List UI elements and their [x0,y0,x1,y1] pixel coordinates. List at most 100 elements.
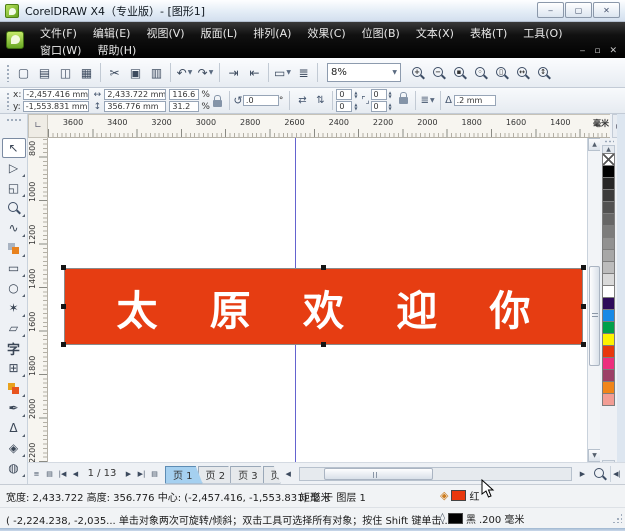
drawing-canvas[interactable]: 太 原 欢 迎 你 [48,138,587,462]
polygon-tool[interactable]: ✶ [2,298,26,318]
freehand-tool[interactable]: ∿ [2,218,26,238]
selection-handle[interactable] [581,265,586,270]
selection-handle[interactable] [61,265,66,270]
corner-radius-tl-field[interactable]: 0 [336,89,352,100]
copy-button[interactable]: ▣ [125,62,146,84]
spinner-icon[interactable]: ▲▼ [389,103,392,111]
mirror-horizontal-button[interactable]: ⇄ [293,91,311,111]
wrap-text-button[interactable]: ≣▼ [419,91,437,111]
object-width-field[interactable]: 2,433.722 mm [104,89,166,100]
welcome-screen-button[interactable]: ≣ [293,62,314,84]
menu-layout[interactable]: 版面(L) [193,25,246,41]
shape-tool[interactable]: ▷ [2,158,26,178]
lock-ratio-icon[interactable] [213,100,222,107]
pick-tool[interactable]: ↖ [2,138,26,158]
horizontal-ruler[interactable]: 毫米 3600340032003000280026002400220020001… [48,114,610,138]
spinner-icon[interactable]: ▲▼ [389,91,392,99]
menu-edit[interactable]: 编辑(E) [85,25,139,41]
outline-width-combo[interactable]: .2 mm [454,95,496,106]
menu-text[interactable]: 文本(X) [408,25,462,41]
zoom-width-button[interactable]: ↔ [512,62,533,84]
outline-color-swatch[interactable] [448,513,463,524]
rectangle-tool[interactable]: ▭ [2,258,26,278]
ellipse-tool[interactable]: ○ [2,278,26,298]
page-tab-3[interactable]: 页 3 [230,466,268,484]
print-button[interactable]: ▦ [76,62,97,84]
interactive-blend-tool[interactable] [2,378,26,398]
zoom-tool[interactable] [2,198,26,218]
vertical-scrollbar[interactable]: ▲ ▼ [587,138,600,462]
selection-handle[interactable] [61,304,66,309]
corner-radius-bl-field[interactable]: 0 [336,101,352,112]
selection-handle[interactable] [61,342,66,347]
interactive-fill-tool[interactable]: ◍ [2,458,26,478]
horizontal-scroll-thumb[interactable] [324,468,433,480]
page-tab-2[interactable]: 页 2 [198,466,236,484]
zoom-page-button[interactable]: ▯ [491,62,512,84]
smart-fill-tool[interactable] [2,238,26,258]
new-document-button[interactable]: ▢ [13,62,34,84]
page-tab-4[interactable]: 页 [263,466,281,484]
menu-window[interactable]: 窗口(W) [32,42,89,58]
export-button[interactable]: ⇤ [244,62,265,84]
maximize-button[interactable]: ▢ [565,2,592,18]
y-position-field[interactable]: -1,553.831 mm [23,101,89,112]
import-button[interactable]: ⇥ [223,62,244,84]
menu-tools[interactable]: 工具(O) [515,25,570,41]
rotation-angle-field[interactable]: .0 [243,95,279,106]
zoom-height-button[interactable]: ↕ [533,62,554,84]
vertical-ruler[interactable]: 8001000120014001600180020002200 [28,138,48,462]
menu-help[interactable]: 帮助(H) [89,42,144,58]
page-flyout-button[interactable]: ≡ [30,466,43,482]
selection-handle[interactable] [321,265,326,270]
horizontal-scrollbar[interactable] [299,467,572,481]
scale-y-field[interactable]: 31.2 [169,101,199,112]
minimize-button[interactable]: ‒ [537,2,564,18]
palette-grip[interactable] [604,140,614,143]
next-page-button[interactable]: ▶ [122,466,135,482]
lock-corners-icon[interactable] [399,97,408,104]
mirror-vertical-button[interactable]: ⇅ [311,91,329,111]
corner-radius-br-field[interactable]: 0 [371,101,387,112]
vertical-scroll-thumb[interactable] [589,266,600,366]
add-page-end-button[interactable]: ▤ [148,466,161,482]
selection-handle[interactable] [581,342,586,347]
palette-flyout-button[interactable]: ◀| [610,466,623,482]
zoom-level-combo[interactable]: 8% ▼ [327,63,401,82]
save-document-button[interactable]: ◫ [55,62,76,84]
object-height-field[interactable]: 356.776 mm [104,101,166,112]
menu-view[interactable]: 视图(V) [138,25,192,41]
crop-tool[interactable]: ◱ [2,178,26,198]
previous-page-button[interactable]: ◀ [69,466,82,482]
toolbox-grip[interactable] [6,118,22,122]
zoom-selected-button[interactable]: ▪ [449,62,470,84]
table-tool[interactable]: ⊞ [2,358,26,378]
close-button[interactable]: ✕ [593,2,620,18]
eyedropper-tool[interactable]: ✒ [2,398,26,418]
undo-button[interactable]: ↶▼ [174,62,195,84]
document-minimize-button[interactable]: ‒ [580,46,586,56]
corner-radius-tr-field[interactable]: 0 [371,89,387,100]
scale-x-field[interactable]: 116.6 [169,89,199,100]
document-close-button[interactable]: ✕ [609,46,617,56]
selection-handle[interactable] [581,304,586,309]
text-tool[interactable]: 字 [2,338,26,358]
fill-tool[interactable]: ◈ [2,438,26,458]
palette-swatch-20[interactable] [602,393,615,406]
banner-rectangle[interactable]: 太 原 欢 迎 你 [64,268,583,345]
menu-arrange[interactable]: 排列(A) [245,25,299,41]
application-launcher-button[interactable]: ▭▼ [272,62,293,84]
hscroll-right-icon[interactable]: ▶ [576,466,589,482]
outline-pen-tool[interactable]: Δ [2,418,26,438]
menu-file[interactable]: 文件(F) [32,25,85,41]
toolbar-grip[interactable] [6,64,10,82]
hscroll-left-icon[interactable]: ◀ [282,466,295,482]
menu-effects[interactable]: 效果(C) [299,25,353,41]
menu-bitmaps[interactable]: 位图(B) [354,25,408,41]
first-page-button[interactable]: |◀ [56,466,69,482]
spinner-icon[interactable]: ▲▼ [354,91,357,99]
zoom-out-button[interactable]: − [428,62,449,84]
spinner-icon[interactable]: ▲▼ [354,103,357,111]
zoom-in-button[interactable]: + [407,62,428,84]
paste-button[interactable]: ▥ [146,62,167,84]
